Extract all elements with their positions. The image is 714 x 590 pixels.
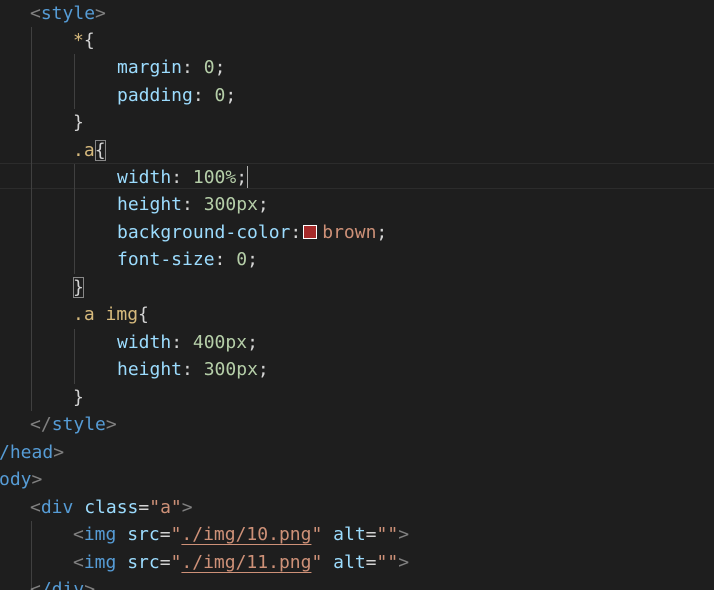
attribute-value: "a" [149,497,182,518]
css-value: 0 [236,249,248,270]
code-line-padding: padding: 0; [117,85,237,106]
tag-name: img [83,524,117,545]
selector: img [105,304,139,325]
css-value: 100% [192,167,237,188]
css-property: width [117,332,172,353]
code-line-div-open: <div class="a"> [30,497,193,518]
css-property: background-color [117,222,291,243]
attribute-value: "" [376,524,399,545]
css-property: width [117,167,172,188]
css-value: 0 [203,57,215,78]
attribute-value: "" [376,552,399,573]
css-value: 300px [203,194,258,215]
css-value: brown [322,222,377,243]
code-line-head-close: /head> [0,442,65,463]
indent-guide [74,164,75,274]
css-property: font-size [117,249,215,270]
tag-name: img [83,552,117,573]
indent-guide [31,27,32,411]
code-line-img-2: <img src="./img/11.png" alt=""> [73,552,410,573]
tag-name: style [40,3,96,24]
text-cursor [247,166,249,188]
selector: .a [73,304,95,325]
indent-guide [74,329,75,384]
tag-name: ody [0,469,32,490]
code-line-close-brace: } [73,387,84,408]
code-line-background-color: background-color: brown; [117,222,388,243]
code-line-width: width: 100%; [117,166,249,188]
tag-name: div [40,497,74,518]
code-line-img-1: <img src="./img/10.png" alt=""> [73,524,410,545]
code-line-universal-selector: *{ [73,30,95,51]
css-property: margin [117,57,183,78]
file-link[interactable]: ./img/10.png [181,524,311,545]
matched-bracket: } [73,277,84,298]
tag-name: style [51,414,106,435]
code-line-img-height: height: 300px; [117,359,269,380]
css-property: height [117,194,183,215]
tag-name: /head [0,442,54,463]
current-line-highlight [0,163,714,189]
html-attribute: src [127,552,160,573]
code-line-div-close: </div> [30,576,95,590]
html-attribute: alt [333,552,366,573]
code-line-img-width: width: 400px; [117,332,258,353]
color-swatch[interactable] [303,225,318,239]
code-line-height: height: 300px; [117,194,269,215]
indent-guide [74,54,75,109]
file-link[interactable]: ./img/11.png [181,552,311,573]
css-value: 400px [192,332,248,353]
css-value: 300px [203,359,258,380]
code-line-font-size: font-size: 0; [117,249,258,270]
matched-bracket: { [94,140,106,161]
css-value: 0 [214,85,226,106]
code-editor[interactable]: <style> *{ margin: 0; padding: 0; } .a{ … [0,0,714,590]
css-property: height [117,359,183,380]
html-attribute: src [127,524,160,545]
code-line-class-selector: .a{ [73,137,106,164]
html-attribute: alt [333,524,366,545]
code-line-close-brace: } [73,274,84,301]
code-line-style-open: <style> [30,3,106,24]
html-attribute: class [84,497,139,518]
code-line-style-close: </style> [30,414,117,435]
code-line-img-selector: .a img{ [73,304,149,325]
code-line-close-brace: } [73,112,84,133]
tag-name: /div [40,579,85,590]
css-property: padding [117,85,193,106]
selector: * [73,30,84,51]
selector: .a [73,140,95,161]
code-line-margin: margin: 0; [117,57,226,78]
code-line-body-open: ody> [0,469,43,490]
